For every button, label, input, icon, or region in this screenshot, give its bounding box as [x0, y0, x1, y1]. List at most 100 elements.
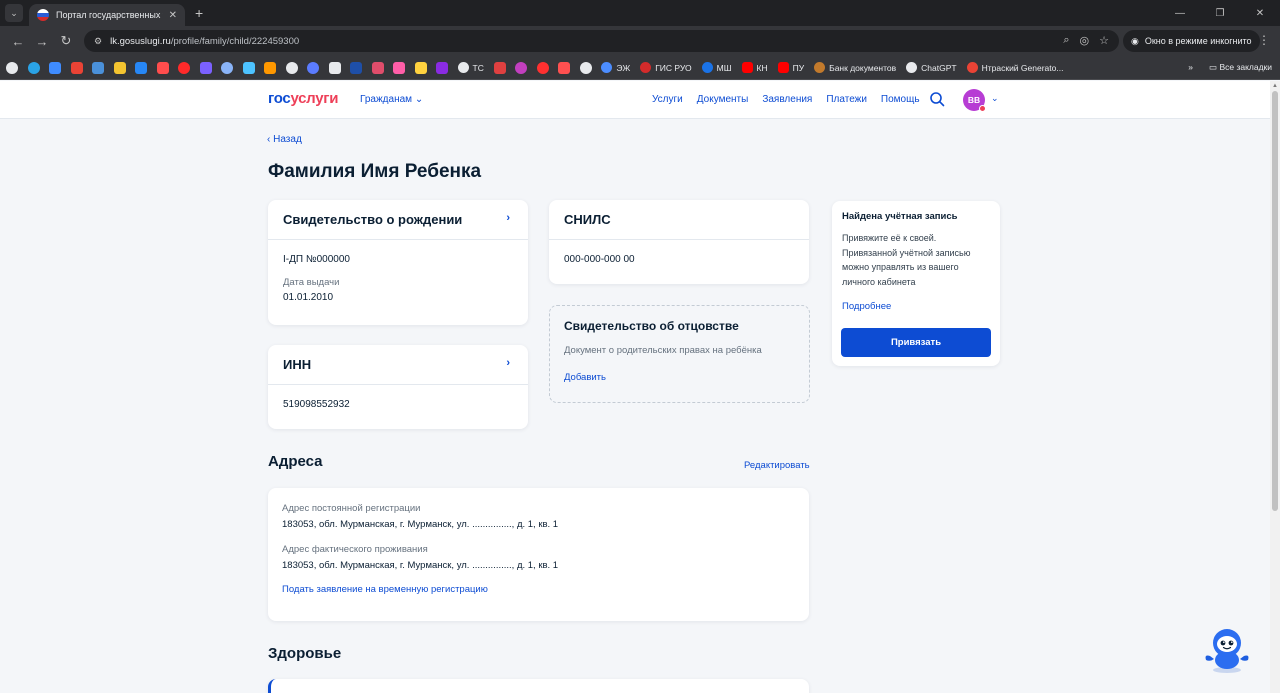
- bookmark-icon[interactable]: [493, 61, 506, 74]
- bookmark-favicon-icon: [601, 62, 613, 73]
- chevron-right-icon[interactable]: ›: [506, 212, 510, 224]
- bookmark-chatgpt[interactable]: ChatGPT: [906, 62, 957, 73]
- bookmark-icon[interactable]: [350, 61, 362, 74]
- nav-services[interactable]: Услуги: [652, 94, 683, 105]
- bookmark-icon[interactable]: [328, 61, 341, 74]
- address-label: Адрес фактического проживания: [282, 544, 428, 555]
- certificate-number: I-ДП №000000: [283, 254, 350, 265]
- chevron-down-icon[interactable]: ⌄: [991, 93, 999, 104]
- paternity-description: Документ о родительских правах на ребёнк…: [564, 345, 762, 356]
- address-value: 183053, обл. Мурманская, г. Мурманск, ул…: [282, 560, 559, 571]
- snils-card[interactable]: СНИЛС 000-000-000 00: [549, 200, 809, 284]
- robot-assistant-icon[interactable]: [1202, 626, 1252, 674]
- bookmark-icon[interactable]: [156, 61, 169, 74]
- address-value: 183053, обл. Мурманская, г. Мурманск, ул…: [282, 519, 559, 530]
- nav-payments[interactable]: Платежи: [826, 94, 867, 105]
- back-link[interactable]: ‹ Назад: [267, 134, 302, 145]
- chevron-right-icon[interactable]: ›: [506, 357, 510, 369]
- bookmark-icon[interactable]: [393, 61, 405, 74]
- bookmark-icon[interactable]: [92, 61, 104, 74]
- more-info-link[interactable]: Подробнее: [842, 301, 990, 312]
- issue-date: 01.01.2010: [283, 292, 334, 303]
- bookmark-tc[interactable]: ТС: [457, 62, 484, 73]
- tab-search-button[interactable]: ⌄: [5, 4, 23, 22]
- bookmark-icon[interactable]: [6, 61, 18, 74]
- url-text: lk.gosuslugi.ru/profile/family/child/222…: [110, 35, 300, 47]
- bookmark-kn[interactable]: КН: [741, 62, 768, 73]
- temp-registration-link[interactable]: Подать заявление на временную регистраци…: [282, 584, 795, 595]
- bookmark-icon[interactable]: [199, 61, 212, 74]
- nav-documents[interactable]: Документы: [697, 94, 749, 105]
- bookmark-ej[interactable]: ЭЖ: [601, 62, 630, 73]
- card-header: ИНН ›: [268, 345, 528, 385]
- all-bookmarks[interactable]: ▭ Все закладки: [1209, 62, 1272, 73]
- bookmark-icon[interactable]: [515, 61, 528, 74]
- restore-button[interactable]: ❐: [1200, 0, 1240, 26]
- bookmark-icon[interactable]: [242, 61, 255, 74]
- bookmarks-bar: ТС ЭЖ ГИС РУО МШ КН ПУ Банк документов C…: [0, 56, 1280, 80]
- gosuslugi-logo[interactable]: госуслуги: [268, 90, 338, 107]
- page-scrollbar[interactable]: ▲: [1270, 81, 1280, 693]
- forward-arrow-icon[interactable]: →: [30, 34, 54, 49]
- card-header: Свидетельство о рождении ›: [268, 200, 528, 240]
- edit-addresses-link[interactable]: Редактировать: [744, 460, 810, 471]
- snils-value: 000-000-000 00: [564, 254, 635, 265]
- bookmark-icon[interactable]: [178, 61, 190, 74]
- bookmark-icon[interactable]: [436, 61, 448, 74]
- bookmark-icon[interactable]: [558, 61, 571, 74]
- bookmark-icon[interactable]: [414, 61, 427, 74]
- bind-account-button[interactable]: Привязать: [841, 328, 991, 357]
- card-title: Свидетельство о рождении: [283, 212, 463, 227]
- eye-off-icon[interactable]: ◎: [1080, 34, 1090, 47]
- avatar[interactable]: ВВ: [963, 89, 986, 112]
- bookmark-icon[interactable]: [536, 61, 549, 74]
- bookmark-icon[interactable]: [307, 61, 319, 74]
- bookmark-star-icon[interactable]: ☆: [1099, 34, 1109, 47]
- bookmark-msh[interactable]: МШ: [701, 62, 732, 73]
- incognito-indicator[interactable]: ◉ Окно в режиме инкогнито: [1123, 30, 1260, 52]
- gmail-icon[interactable]: [70, 61, 83, 74]
- bookmark-pu[interactable]: ПУ: [777, 62, 804, 73]
- birth-certificate-card[interactable]: Свидетельство о рождении › I-ДП №000000 …: [268, 200, 528, 325]
- site-info-icon[interactable]: ⚙: [94, 36, 102, 47]
- nav-help[interactable]: Помощь: [881, 94, 920, 105]
- scroll-up-icon[interactable]: ▲: [1272, 83, 1278, 89]
- addresses-title: Адреса: [268, 453, 323, 470]
- vk-icon[interactable]: [135, 61, 147, 74]
- bookmark-generator[interactable]: Нтраский Generato...: [966, 62, 1063, 73]
- globe-icon: [457, 62, 469, 73]
- bookmark-icon[interactable]: [285, 61, 298, 74]
- add-paternity-link[interactable]: Добавить: [564, 372, 795, 383]
- card-title: ИНН: [283, 357, 312, 372]
- chevron-left-icon: ‹: [267, 134, 271, 145]
- more-bookmarks-icon[interactable]: »: [1188, 62, 1193, 73]
- search-icon[interactable]: [929, 91, 945, 107]
- back-arrow-icon[interactable]: ←: [6, 34, 30, 49]
- nav-applications[interactable]: Заявления: [762, 94, 812, 105]
- address-bar[interactable]: ⚙ lk.gosuslugi.ru/profile/family/child/2…: [84, 30, 1119, 52]
- bookmark-icon[interactable]: [579, 61, 592, 74]
- zoom-icon[interactable]: ⌕: [1063, 34, 1069, 47]
- new-tab-button[interactable]: +: [195, 5, 203, 21]
- bookmark-icon[interactable]: [49, 61, 61, 74]
- close-window-button[interactable]: ✕: [1240, 0, 1280, 26]
- reload-icon[interactable]: ↻: [54, 33, 78, 49]
- scrollbar-thumb[interactable]: [1272, 91, 1278, 511]
- close-tab-icon[interactable]: ✕: [169, 10, 177, 21]
- bookmark-icon[interactable]: [221, 61, 233, 74]
- help-icon: [701, 62, 713, 73]
- health-card[interactable]: [268, 679, 809, 693]
- bookmark-icon[interactable]: [264, 61, 276, 74]
- bookmark-icon[interactable]: [371, 61, 384, 74]
- browser-tab[interactable]: Портал государственных услуг ✕: [29, 4, 185, 26]
- inn-card[interactable]: ИНН › 519098552932: [268, 345, 528, 429]
- minimize-button[interactable]: —: [1160, 0, 1200, 26]
- citizens-dropdown[interactable]: Гражданам ⌄: [360, 94, 423, 105]
- bookmark-icon[interactable]: [113, 61, 126, 74]
- notification-dot: [979, 105, 986, 112]
- bookmark-gis-ruo[interactable]: ГИС РУО: [640, 62, 692, 73]
- bookmark-doc-bank[interactable]: Банк документов: [814, 62, 896, 73]
- paternity-certificate-card: Свидетельство об отцовстве Документ о ро…: [549, 305, 810, 403]
- browser-menu-icon[interactable]: ⋮: [1258, 33, 1270, 47]
- telegram-icon[interactable]: [27, 61, 40, 74]
